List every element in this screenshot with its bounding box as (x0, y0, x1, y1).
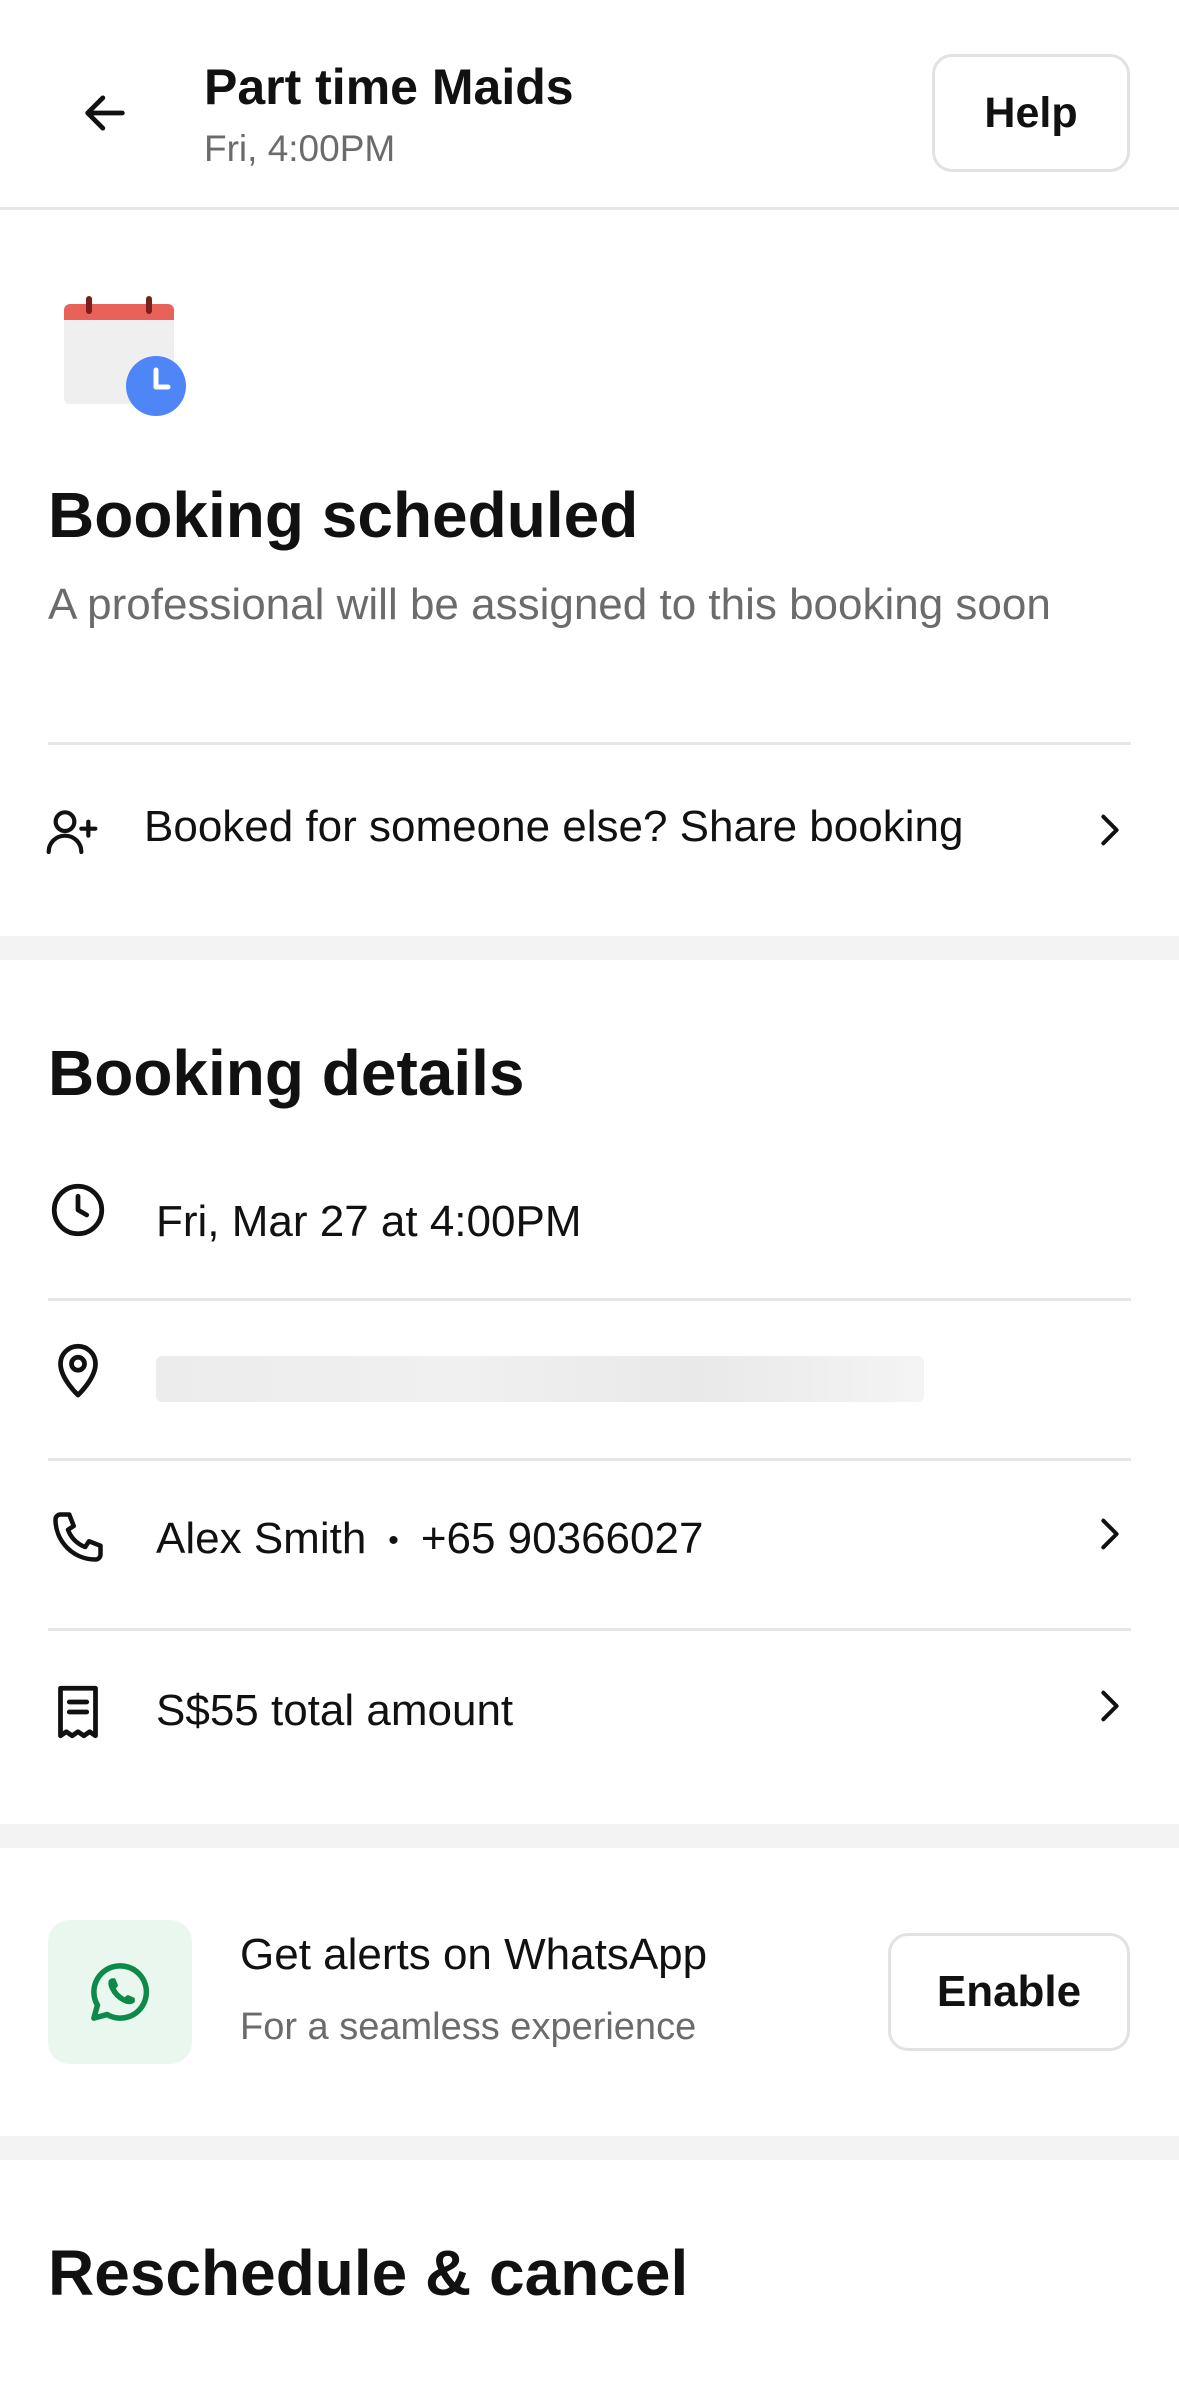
booking-status-subtitle: A professional will be assigned to this … (48, 580, 1051, 629)
whatsapp-alert-subtitle: For a seamless experience (240, 2006, 697, 2048)
chevron-right-icon (1101, 1690, 1119, 1722)
help-button[interactable]: Help (932, 54, 1130, 172)
chevron-right-icon (1101, 814, 1119, 846)
booking-details-title: Booking details (48, 1037, 525, 1109)
enable-whatsapp-button[interactable]: Enable (888, 1933, 1130, 2051)
location-pin-icon (58, 1343, 98, 1398)
section-separator (0, 2136, 1179, 2160)
clock-icon (51, 1183, 105, 1237)
booking-status-title: Booking scheduled (48, 479, 639, 551)
page-title: Part time Maids (204, 59, 574, 115)
reschedule-cancel-title: Reschedule & cancel (48, 2237, 689, 2309)
back-button[interactable] (70, 78, 140, 148)
divider (48, 1458, 1131, 1461)
share-booking-label: Booked for someone else? Share booking (144, 802, 964, 851)
contact-info: Alex Smith • +65 90366027 (156, 1514, 703, 1564)
amount-row[interactable]: S$55 total amount (0, 1672, 1179, 1792)
whatsapp-tile (48, 1920, 192, 2064)
contact-phone: +65 90366027 (420, 1514, 704, 1563)
calendar-clock-icon (64, 296, 186, 416)
booking-datetime-row: Fri, Mar 27 at 4:00PM (0, 1180, 1179, 1300)
chevron-right-icon (1101, 1518, 1119, 1550)
add-person-icon (46, 810, 98, 855)
divider (48, 1628, 1131, 1631)
receipt-icon (58, 1685, 98, 1739)
section-separator (0, 1824, 1179, 1848)
top-app-bar: Part time Maids Fri, 4:00PM Help (0, 0, 1179, 210)
whatsapp-icon (91, 1963, 150, 2021)
whatsapp-alert-title: Get alerts on WhatsApp (240, 1930, 708, 1979)
divider (48, 1298, 1131, 1301)
page-subtitle: Fri, 4:00PM (204, 128, 396, 169)
section-separator (0, 936, 1179, 960)
contact-name: Alex Smith (156, 1514, 367, 1563)
booking-datetime: Fri, Mar 27 at 4:00PM (156, 1197, 582, 1246)
separator-dot: • (388, 1524, 399, 1558)
share-booking-row[interactable]: Booked for someone else? Share booking (0, 745, 1179, 915)
address-redacted (156, 1356, 924, 1402)
back-arrow-icon (85, 95, 125, 131)
phone-icon (53, 1512, 103, 1562)
contact-row[interactable]: Alex Smith • +65 90366027 (0, 1500, 1179, 1620)
total-amount: S$55 total amount (156, 1686, 514, 1735)
